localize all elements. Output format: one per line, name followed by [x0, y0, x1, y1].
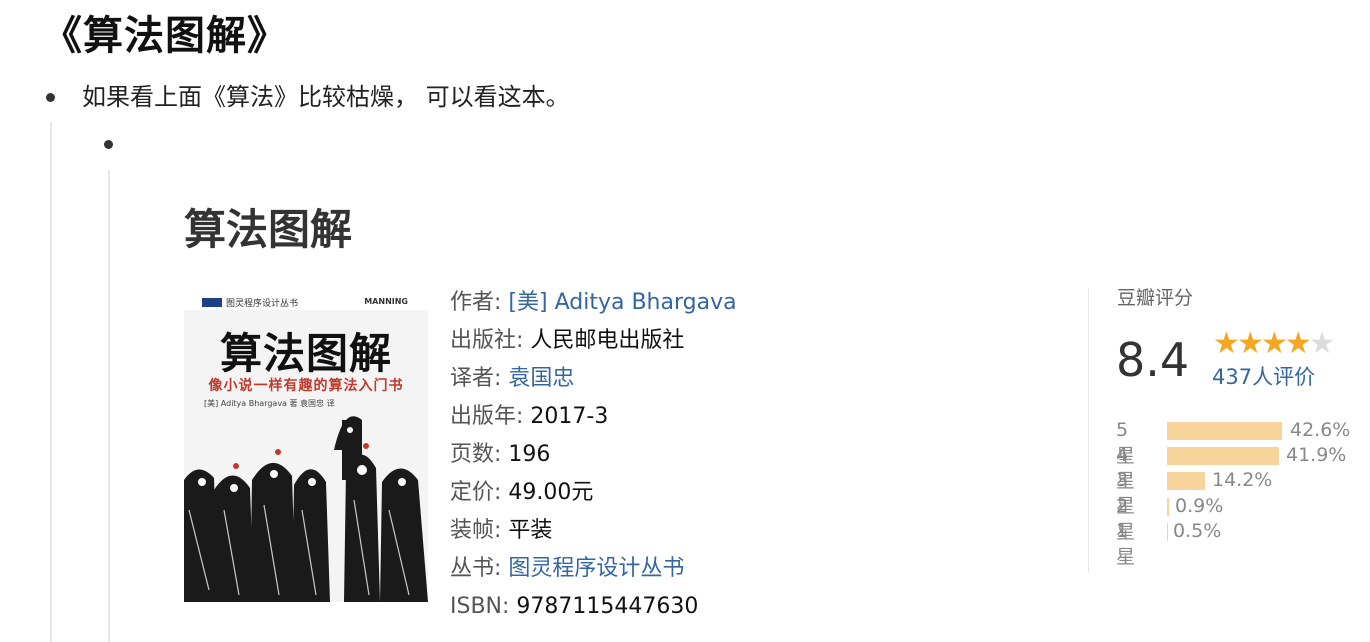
info-translator: 译者: 袁国忠: [450, 360, 1050, 398]
isbn-value: 9787115447630: [516, 594, 699, 619]
cover-series-text: 图灵程序设计丛书: [226, 299, 299, 309]
rating-row-percent: 0.9%: [1175, 495, 1224, 517]
cover-title: 算法图解: [219, 329, 392, 378]
translator-label: 译者:: [450, 366, 502, 391]
isbn-label: ISBN:: [450, 594, 510, 619]
pages-value: 196: [508, 442, 551, 467]
publisher-value: 人民邮电出版社: [530, 328, 685, 353]
binding-label: 装帧:: [450, 518, 502, 543]
year-label: 出版年:: [450, 404, 524, 429]
star-full-icon: ★: [1236, 326, 1264, 361]
book-title[interactable]: 算法图解: [184, 200, 352, 260]
publisher-label: 出版社:: [450, 328, 524, 353]
nested-indent-guide: [108, 170, 110, 642]
series-link[interactable]: 图灵程序设计丛书: [508, 556, 684, 581]
book-cover-image[interactable]: 图灵程序设计丛书 MANNING 算法图解 像小说一样有趣的算法入门书 [美] …: [184, 290, 428, 602]
author-label: 作者:: [450, 290, 502, 315]
binding-value: 平装: [508, 518, 553, 543]
star-full-icon: ★: [1260, 326, 1288, 361]
rating-row-percent: 41.9%: [1286, 444, 1347, 466]
indent-guide: [50, 122, 52, 642]
translator-link[interactable]: 袁国忠: [508, 366, 574, 391]
rating-row-label: 1星: [1116, 520, 1136, 568]
series-label: 丛书:: [450, 556, 502, 581]
rating-row-percent: 0.5%: [1173, 520, 1222, 542]
info-price: 定价: 49.00元: [450, 474, 1050, 512]
rating-bar: [1167, 498, 1169, 516]
page-heading: 《算法图解》: [42, 13, 288, 59]
manning-logo-icon: MANNING: [364, 297, 408, 306]
cover-illustration-icon: [184, 410, 428, 602]
rating-bar: [1167, 472, 1205, 490]
turing-logo-icon: [202, 298, 222, 307]
info-series: 丛书: 图灵程序设计丛书: [450, 550, 1050, 588]
info-author: 作者: [美] Aditya Bhargava: [450, 284, 1050, 322]
rating-row-percent: 14.2%: [1212, 469, 1273, 491]
star-empty-icon: ★: [1308, 326, 1336, 361]
bullet-text: 如果看上面《算法》比较枯燥， 可以看这本。: [82, 83, 570, 111]
rating-score: 8.4: [1116, 333, 1190, 387]
info-isbn: ISBN: 9787115447630: [450, 588, 1050, 626]
year-value: 2017-3: [530, 404, 609, 429]
author-link[interactable]: [美] Aditya Bhargava: [508, 290, 736, 315]
cover-subtitle: 像小说一样有趣的算法入门书: [208, 378, 404, 394]
price-label: 定价:: [450, 480, 502, 505]
info-binding: 装帧: 平装: [450, 512, 1050, 550]
info-publisher: 出版社: 人民邮电出版社: [450, 322, 1050, 360]
info-year: 出版年: 2017-3: [450, 398, 1050, 436]
nested-bullet-dot: [104, 140, 113, 149]
cover-author-line: [美] Aditya Bhargava 著 袁国忠 译: [204, 399, 335, 408]
bullet-dot: [46, 93, 55, 102]
rating-bar: [1167, 447, 1279, 465]
rating-bar: [1167, 422, 1282, 440]
pages-label: 页数:: [450, 442, 502, 467]
star-full-icon: ★: [1213, 326, 1240, 361]
rating-bar: [1167, 523, 1168, 541]
rating-count-link[interactable]: 437人评价: [1212, 362, 1315, 392]
book-info: 作者: [美] Aditya Bhargava 出版社: 人民邮电出版社 译者:…: [450, 284, 1050, 626]
info-pages: 页数: 196: [450, 436, 1050, 474]
rating-row-percent: 42.6%: [1290, 419, 1351, 441]
price-value: 49.00元: [508, 480, 594, 505]
rating-title: 豆瓣评分: [1117, 287, 1194, 309]
rating-divider: [1088, 288, 1089, 572]
star-full-icon: ★: [1284, 326, 1312, 361]
star-rating: ★★★★★: [1213, 326, 1336, 361]
